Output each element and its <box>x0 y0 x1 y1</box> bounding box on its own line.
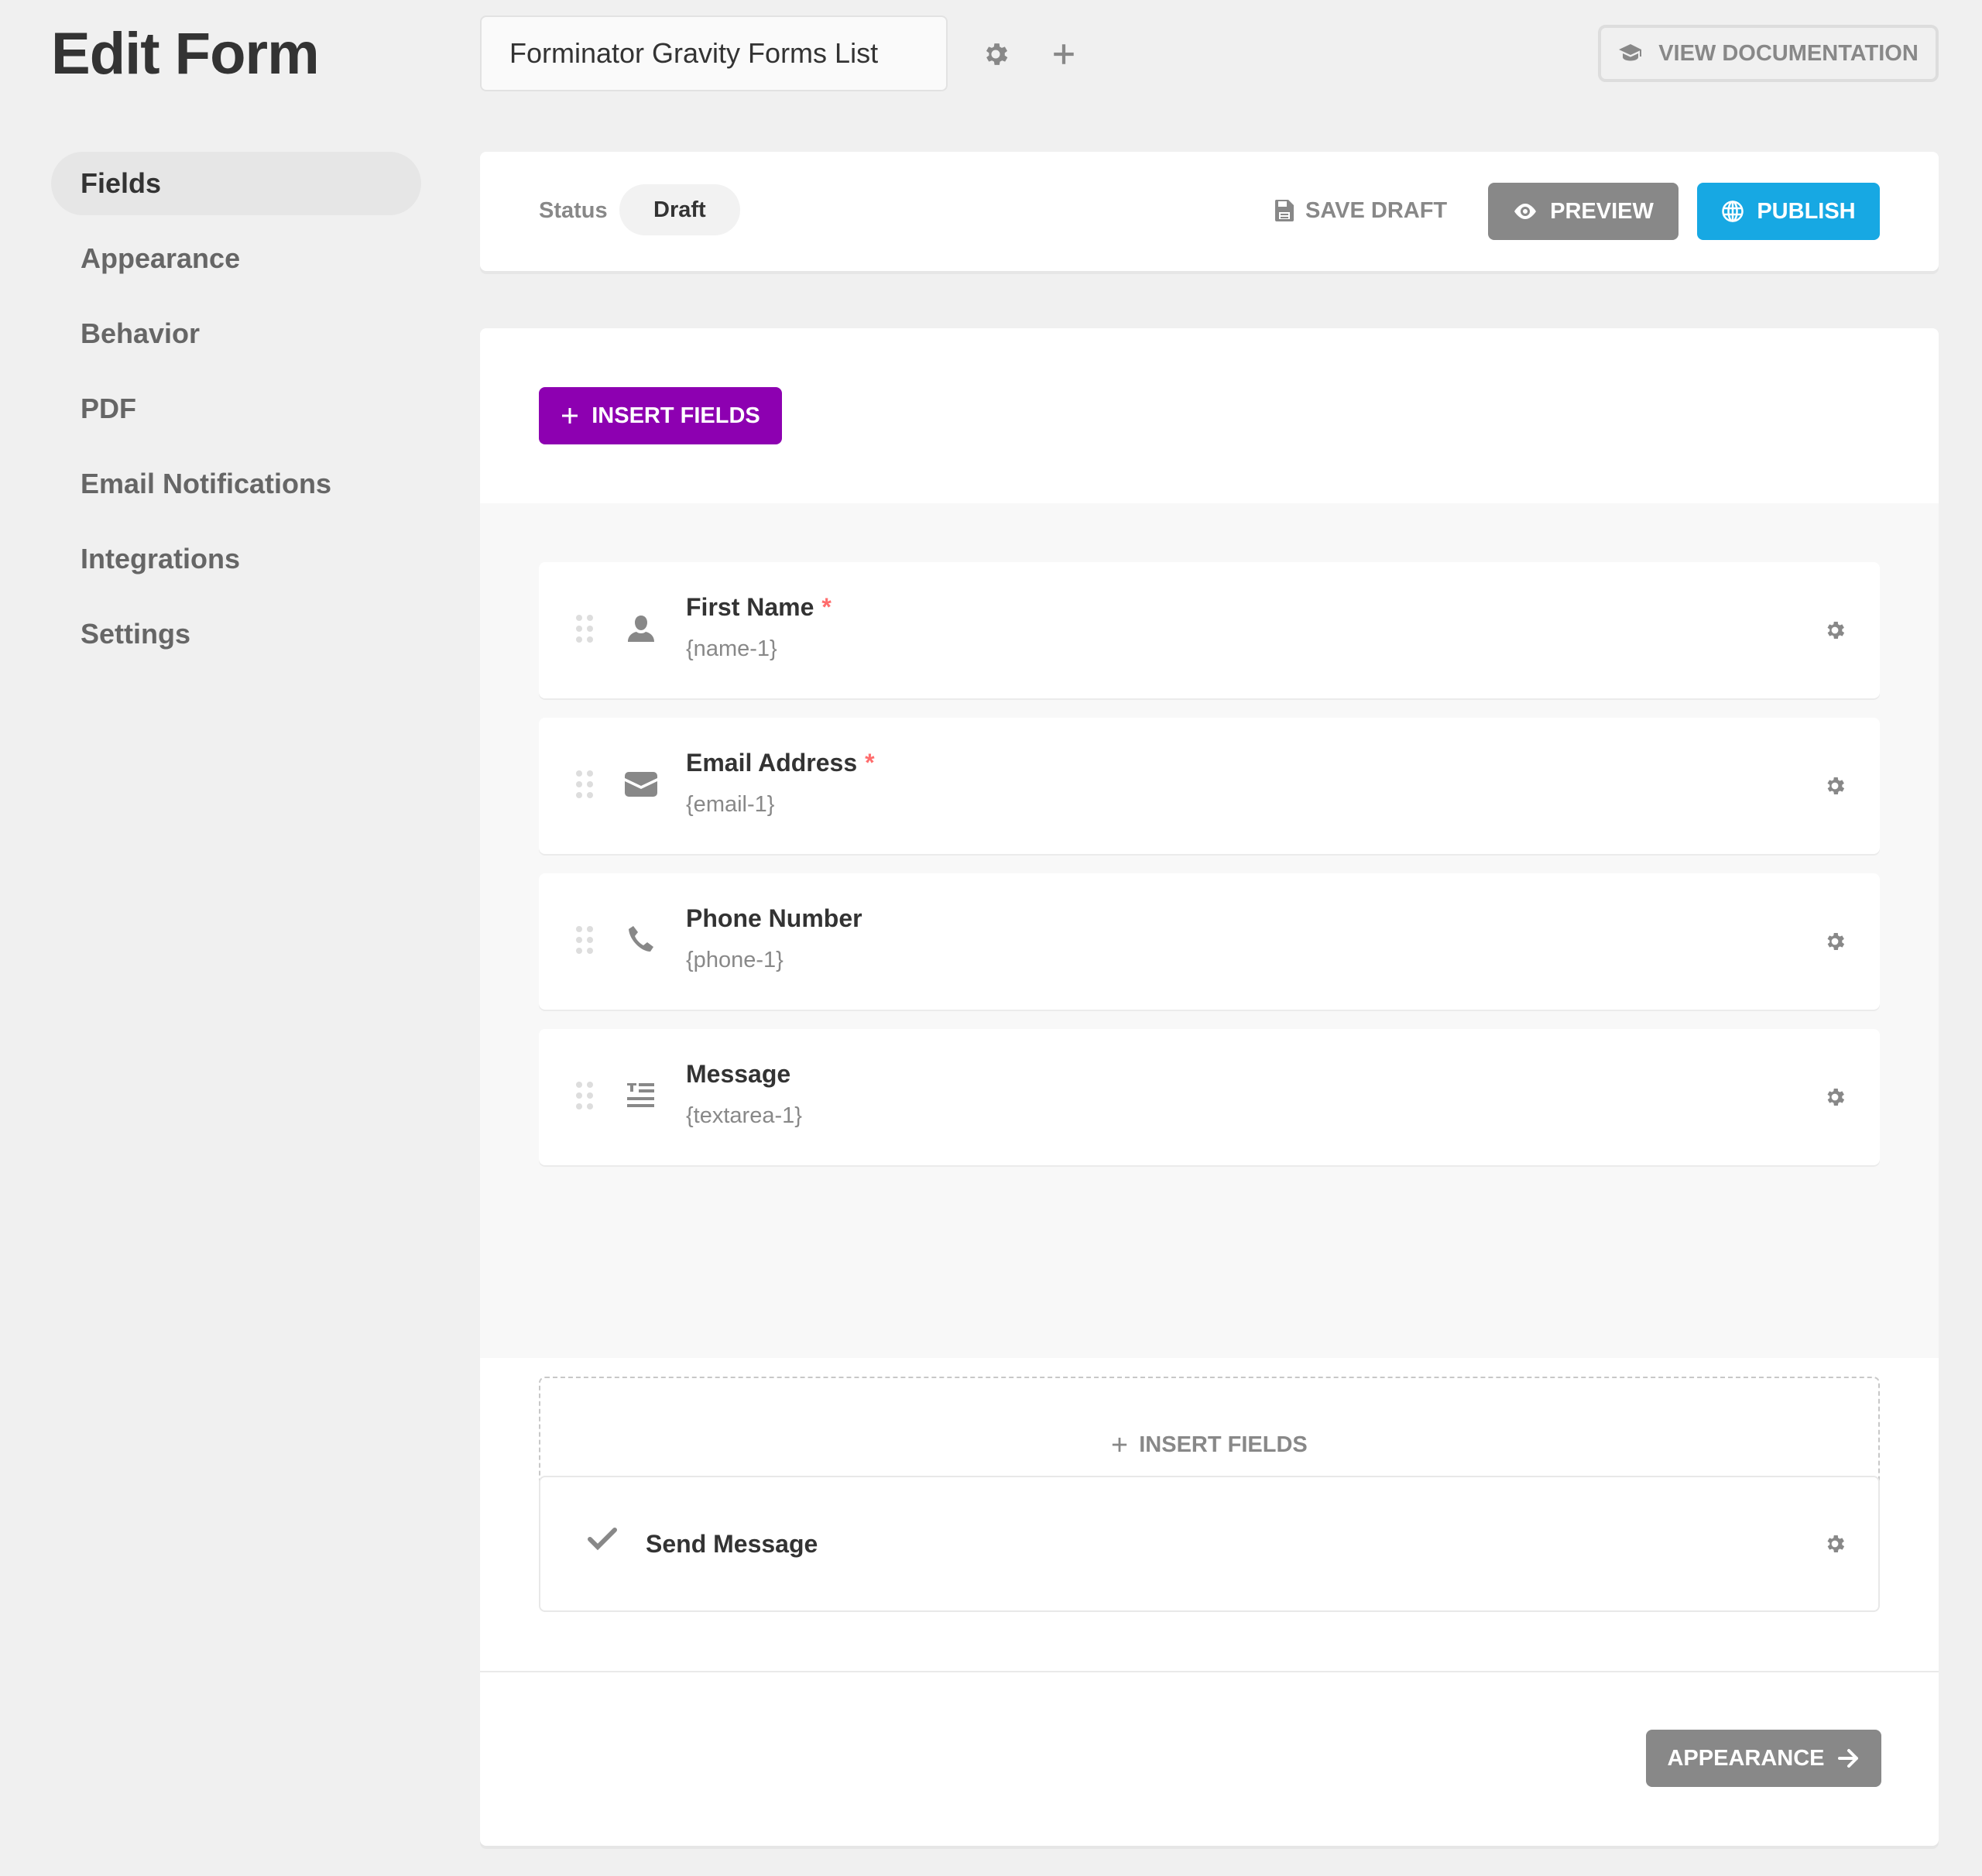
sidebar-item-label: Email Notifications <box>81 468 332 499</box>
sidebar-item-email-notifications[interactable]: Email Notifications <box>51 452 421 516</box>
gear-icon <box>1827 933 1845 950</box>
sidebar-item-label: PDF <box>81 393 136 424</box>
field-label: Email Address * <box>686 749 875 777</box>
status-badge: Draft <box>619 184 740 235</box>
field-settings-button[interactable] <box>1818 613 1852 647</box>
next-appearance-button[interactable]: Appearance <box>1646 1730 1881 1787</box>
sidebar-item-settings[interactable]: Settings <box>51 602 421 666</box>
drag-handle-icon[interactable] <box>576 926 593 954</box>
sidebar-item-label: Behavior <box>81 317 201 349</box>
insert-fields-button[interactable]: Insert Fields <box>539 387 782 444</box>
envelope-icon <box>624 767 658 801</box>
textarea-icon <box>624 1079 658 1113</box>
gear-icon <box>1827 1535 1845 1552</box>
plus-icon <box>562 408 578 424</box>
insert-fields-dropzone-label: Insert Fields <box>1139 1432 1308 1457</box>
publish-label: Publish <box>1757 198 1856 224</box>
submit-button-label: Send Message <box>646 1530 818 1558</box>
drag-handle-icon[interactable] <box>576 615 593 643</box>
sidebar-item-fields[interactable]: Fields <box>51 152 421 215</box>
arrow-right-icon <box>1837 1749 1858 1768</box>
save-draft-label: Save Draft <box>1305 197 1448 223</box>
field-settings-button[interactable] <box>1818 1080 1852 1114</box>
field-settings-button[interactable] <box>1818 769 1852 803</box>
user-icon <box>624 612 658 646</box>
field-id: {name-1} <box>686 636 777 661</box>
sidebar-item-label: Integrations <box>81 543 241 574</box>
sidebar-item-integrations[interactable]: Integrations <box>51 527 421 591</box>
publish-button[interactable]: Publish <box>1697 183 1880 240</box>
view-documentation-label: View Documentation <box>1658 40 1919 66</box>
status-label: Status <box>539 198 608 223</box>
plus-icon <box>1113 1437 1127 1452</box>
field-row-phone-number[interactable]: Phone Number {phone-1} <box>539 873 1880 1010</box>
drag-handle-icon[interactable] <box>576 770 593 798</box>
field-id: {textarea-1} <box>686 1103 802 1128</box>
globe-icon <box>1722 201 1744 222</box>
form-name-field[interactable]: Forminator Gravity Forms List <box>480 15 948 91</box>
gear-icon <box>986 43 1008 65</box>
preview-label: Preview <box>1550 198 1654 224</box>
required-marker: * <box>821 593 832 621</box>
sidebar-item-label: Appearance <box>81 242 241 274</box>
fields-list: First Name * {name-1} Email Address * {ema… <box>480 503 1939 1513</box>
plus-icon <box>1054 44 1074 64</box>
phone-icon <box>624 923 658 957</box>
sidebar-item-appearance[interactable]: Appearance <box>51 227 421 290</box>
field-label: Message <box>686 1060 791 1088</box>
eye-icon <box>1514 204 1537 219</box>
required-marker: * <box>865 749 875 777</box>
field-settings-button[interactable] <box>1818 924 1852 959</box>
field-id: {email-1} <box>686 792 775 817</box>
gear-icon <box>1827 777 1845 794</box>
field-row-first-name[interactable]: First Name * {name-1} <box>539 562 1880 698</box>
sidebar-nav: Fields Appearance Behavior PDF Email Not… <box>51 152 421 677</box>
drag-handle-icon[interactable] <box>576 1082 593 1109</box>
graduation-cap-icon <box>1619 44 1642 61</box>
save-draft-button[interactable]: Save Draft <box>1274 186 1447 235</box>
page-title: Edit Form <box>51 21 320 87</box>
gear-icon <box>1827 622 1845 639</box>
form-name-text: Forminator Gravity Forms List <box>509 37 879 69</box>
field-label: First Name * <box>686 593 832 621</box>
insert-fields-label: Insert Fields <box>592 403 760 428</box>
view-documentation-button[interactable]: View Documentation <box>1598 25 1939 82</box>
floppy-disk-icon <box>1274 200 1294 221</box>
status-bar: Status Draft Save Draft Preview Publish <box>480 152 1939 271</box>
sidebar-item-label: Fields <box>81 167 162 199</box>
sidebar-item-behavior[interactable]: Behavior <box>51 302 421 365</box>
sidebar-item-label: Settings <box>81 618 191 650</box>
field-row-message[interactable]: Message {textarea-1} <box>539 1029 1880 1165</box>
submit-button-row[interactable]: Send Message <box>539 1476 1880 1612</box>
field-id: {phone-1} <box>686 948 784 972</box>
field-label: Phone Number <box>686 904 862 932</box>
next-appearance-label: Appearance <box>1667 1745 1825 1771</box>
form-settings-button[interactable] <box>972 31 1019 77</box>
submit-settings-button[interactable] <box>1818 1527 1852 1561</box>
add-form-button[interactable] <box>1041 31 1087 77</box>
sidebar-item-pdf[interactable]: PDF <box>51 377 421 441</box>
field-row-email-address[interactable]: Email Address * {email-1} <box>539 718 1880 854</box>
form-builder: Insert Fields First Name * {name-1} Email… <box>480 328 1939 1846</box>
preview-button[interactable]: Preview <box>1488 183 1679 240</box>
footer-divider <box>480 1671 1939 1672</box>
checkmark-icon <box>588 1528 617 1551</box>
gear-icon <box>1827 1089 1845 1106</box>
